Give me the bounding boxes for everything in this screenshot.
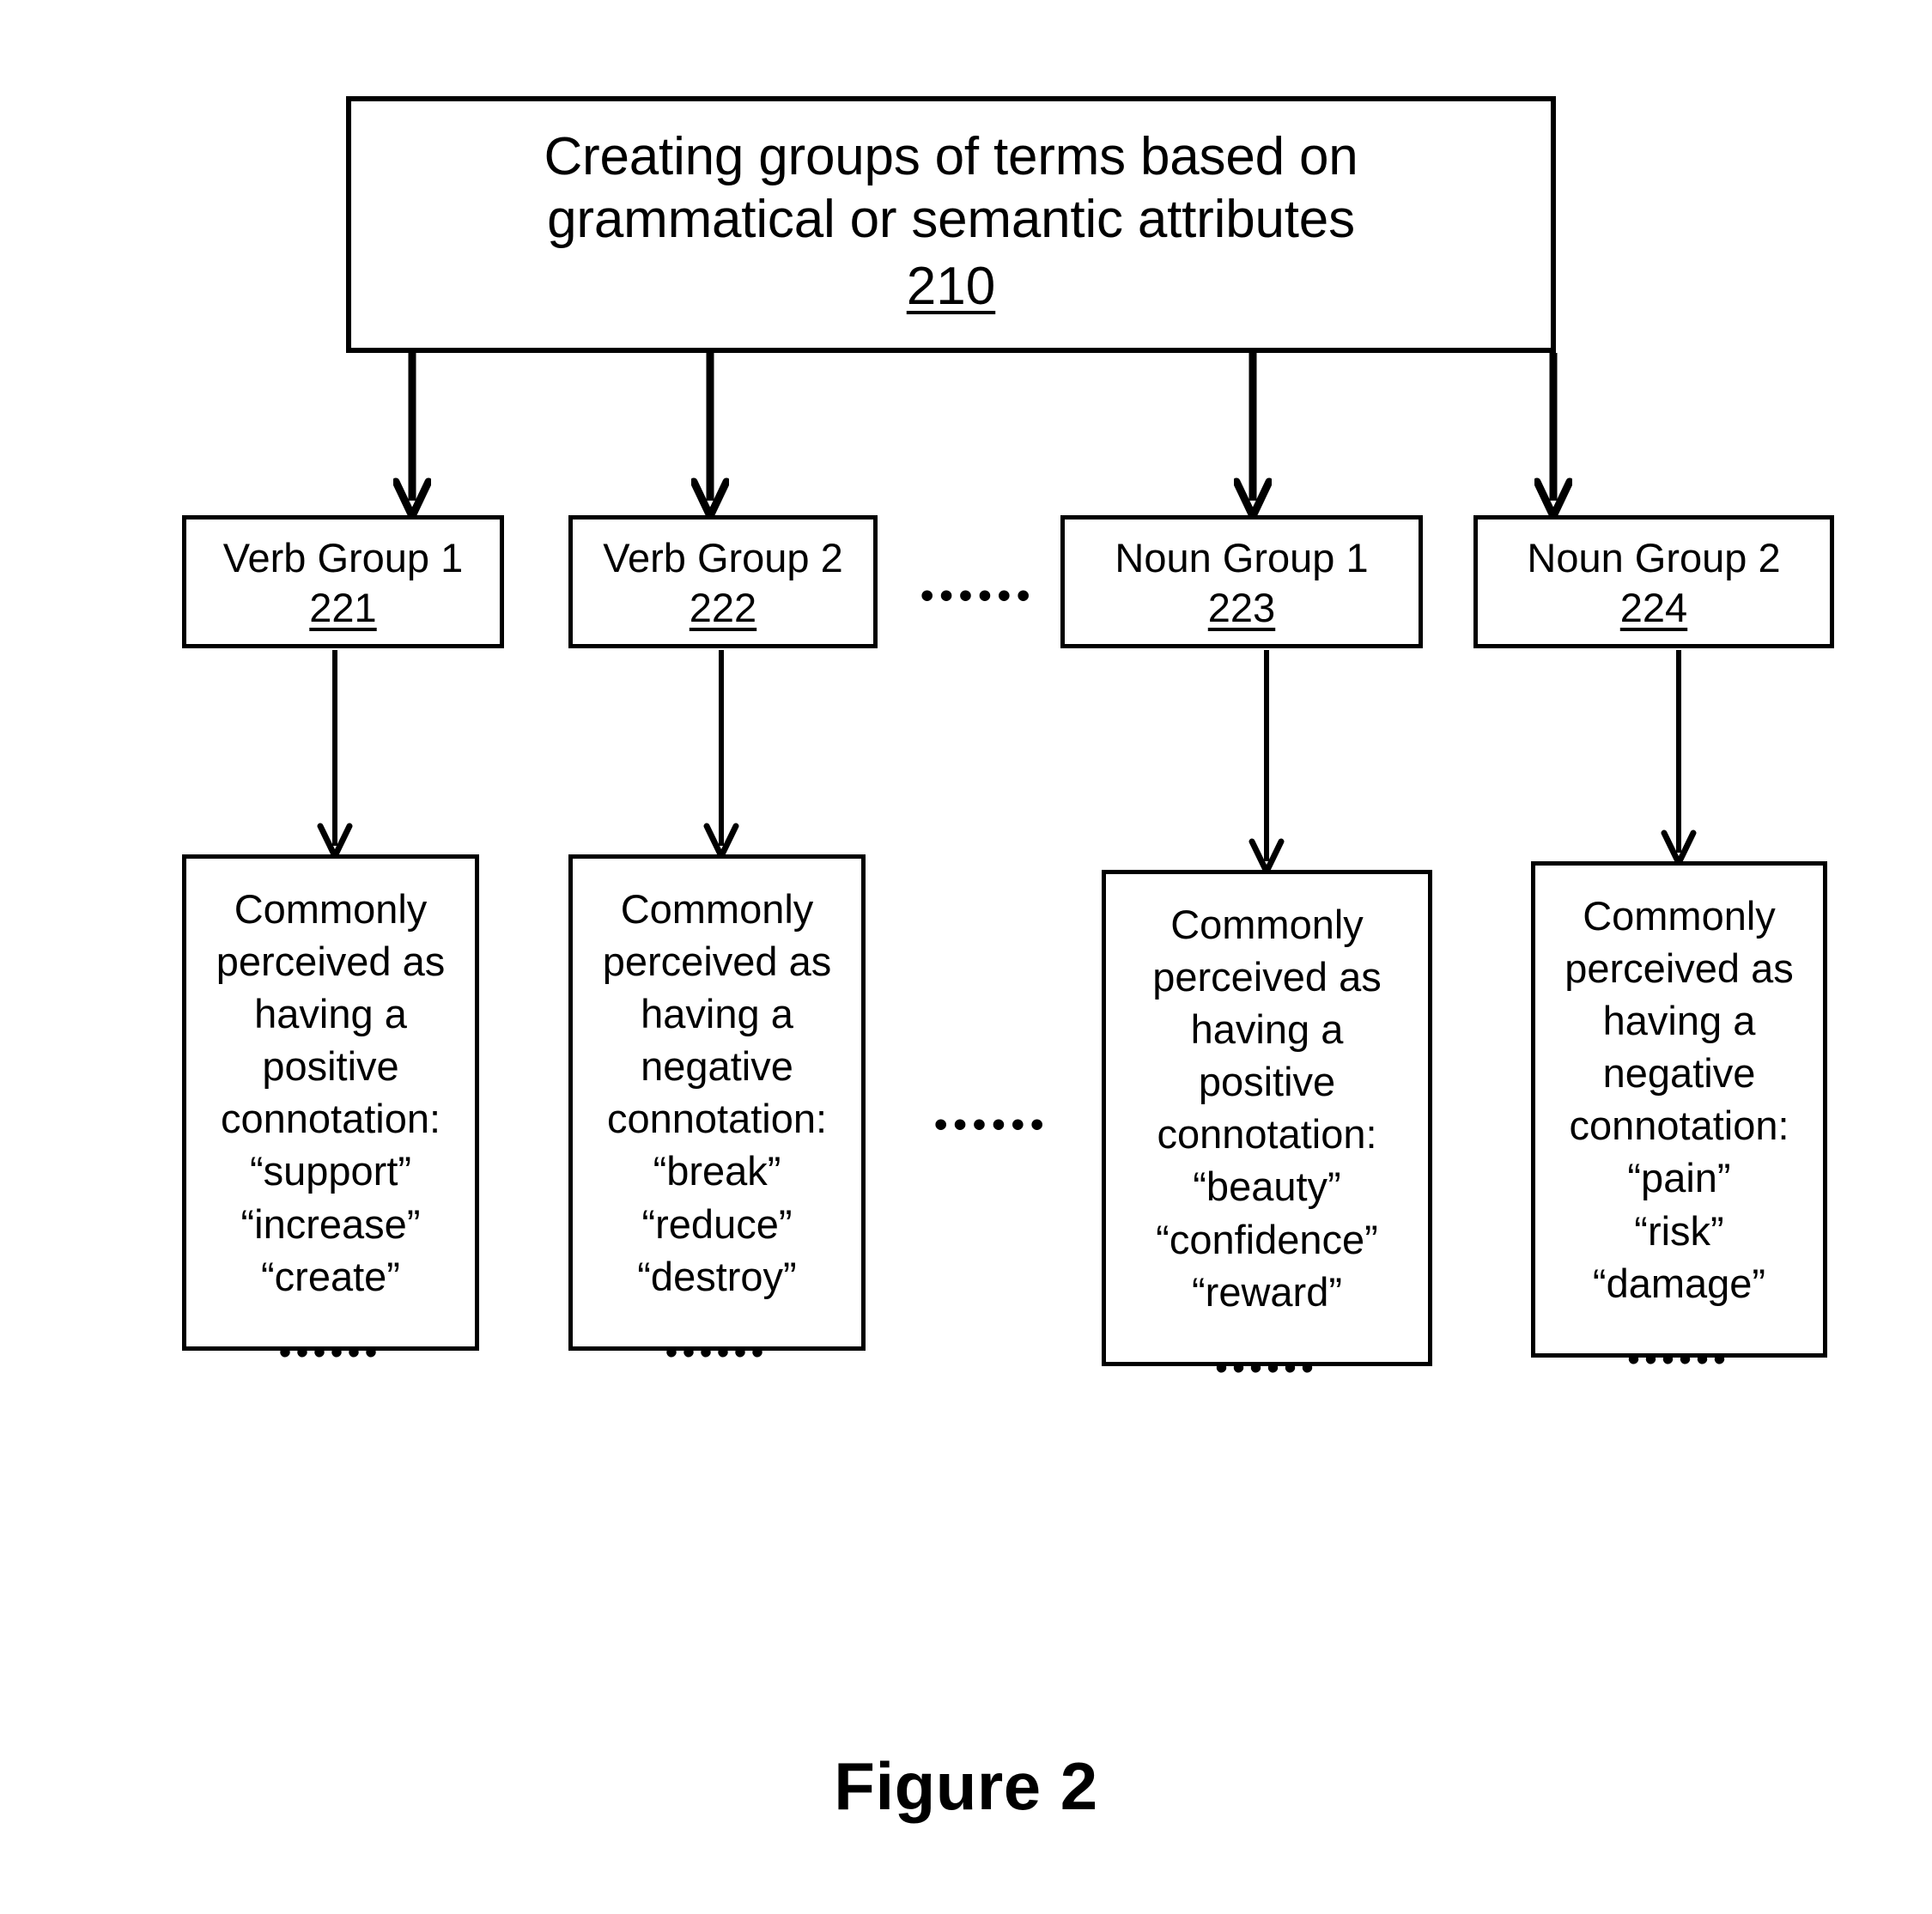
detail-term: “pain”	[1627, 1155, 1731, 1201]
figure-canvas: Creating groups of terms based on gramma…	[0, 0, 1932, 1914]
arrow-222-to-detail	[702, 650, 740, 858]
process-box-210: Creating groups of terms based on gramma…	[346, 96, 1556, 353]
reference-number-222: 222	[689, 585, 757, 631]
detail-box-noun-negative: Commonly perceived as having a negative …	[1531, 861, 1827, 1376]
group-box-223-label: Noun Group 1	[1115, 534, 1369, 580]
arrow-210-to-223	[1234, 353, 1272, 518]
group-box-222: Verb Group 2 222	[568, 515, 878, 648]
reference-number-224: 224	[1619, 585, 1688, 631]
figure-caption: Figure 2	[834, 1748, 1098, 1824]
detail-term: “increase”	[240, 1200, 421, 1247]
detail-line: positive	[262, 1043, 399, 1090]
detail-term: “reduce”	[641, 1200, 793, 1247]
arrow-210-to-224	[1534, 353, 1572, 518]
detail-term: “destroy”	[637, 1253, 797, 1299]
detail-term: “damage”	[1592, 1260, 1766, 1306]
reference-number-210: 210	[906, 257, 996, 317]
group-box-222-label: Verb Group 2	[603, 534, 843, 580]
process-box-210-line2: grammatical or semantic attributes	[547, 189, 1355, 249]
detail-ellipsis: ••••••	[1215, 1348, 1319, 1387]
detail-ellipsis: ••••••	[665, 1333, 769, 1371]
arrow-210-to-221	[393, 353, 431, 518]
detail-term: “risk”	[1634, 1207, 1724, 1254]
arrow-223-to-detail	[1248, 650, 1285, 873]
detail-line: having a	[641, 991, 793, 1037]
reference-number-221: 221	[309, 585, 377, 631]
detail-ellipsis: ••••••	[1627, 1340, 1731, 1378]
process-box-210-line1: Creating groups of terms based on	[544, 127, 1358, 187]
detail-line: perceived as	[216, 939, 446, 985]
detail-line: having a	[254, 991, 407, 1037]
detail-line: perceived as	[1564, 945, 1794, 992]
arrow-224-to-detail	[1660, 650, 1698, 865]
detail-line: Commonly	[620, 886, 814, 932]
group-box-223: Noun Group 1 223	[1060, 515, 1423, 648]
detail-box-verb-positive: Commonly perceived as having a positive …	[182, 854, 479, 1370]
detail-term: “create”	[261, 1253, 400, 1299]
detail-line: Commonly	[1170, 902, 1364, 947]
arrow-221-to-detail	[316, 650, 354, 858]
detail-line: having a	[1602, 998, 1756, 1044]
detail-box-verb-negative: Commonly perceived as having a negative …	[568, 854, 866, 1370]
detail-line: positive	[1198, 1059, 1336, 1105]
detail-term: “break”	[653, 1148, 781, 1194]
detail-ellipsis: ••••••	[278, 1333, 383, 1371]
detail-term: “confidence”	[1156, 1216, 1378, 1262]
detail-box-noun-positive: Commonly perceived as having a positive …	[1102, 870, 1432, 1385]
detail-line: negative	[641, 1043, 793, 1090]
detail-line: connotation:	[606, 1096, 828, 1142]
detail-term: “beauty”	[1193, 1164, 1341, 1210]
detail-line: connotation:	[1569, 1103, 1789, 1149]
group-box-224-label: Noun Group 2	[1527, 534, 1781, 580]
detail-row-ellipsis: ••••••	[934, 1103, 1050, 1145]
detail-line: negative	[1602, 1050, 1756, 1097]
detail-line: connotation:	[1157, 1111, 1377, 1158]
detail-term: “reward”	[1192, 1268, 1342, 1315]
group-box-221: Verb Group 1 221	[182, 515, 504, 648]
detail-line: Commonly	[1583, 893, 1776, 939]
group-box-224: Noun Group 2 224	[1473, 515, 1834, 648]
detail-term: “support”	[249, 1148, 412, 1194]
detail-line: perceived as	[602, 939, 832, 985]
detail-line: perceived as	[1152, 954, 1382, 1000]
reference-number-223: 223	[1207, 585, 1276, 631]
arrow-210-to-222	[691, 353, 729, 518]
detail-line: connotation:	[220, 1096, 441, 1142]
group-box-221-label: Verb Group 1	[222, 534, 464, 580]
group-row-ellipsis: ••••••	[920, 574, 1036, 617]
detail-line: Commonly	[234, 886, 428, 932]
detail-line: having a	[1190, 1006, 1344, 1053]
